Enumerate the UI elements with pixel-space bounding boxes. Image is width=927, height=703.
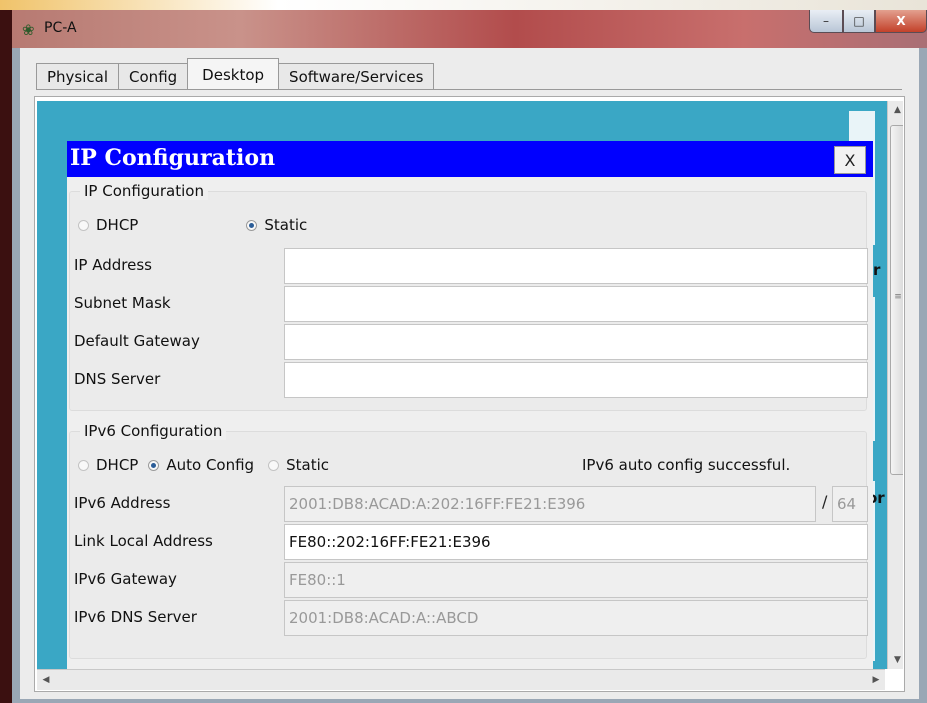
dns-server-label: DNS Server bbox=[74, 370, 161, 388]
ipv6-dns-server-label: IPv6 DNS Server bbox=[74, 608, 197, 626]
ipv6-group-legend: IPv6 Configuration bbox=[80, 422, 227, 440]
tab-bar: Physical Config Desktop Software/Service… bbox=[36, 58, 435, 90]
window-titlebar[interactable]: ❀ PC-A – □ X bbox=[12, 10, 927, 48]
ipv6-prefix-length-input[interactable]: 64 bbox=[832, 486, 868, 522]
ipv6-gateway-input[interactable]: FE80::1 bbox=[284, 562, 868, 598]
radio-checked-icon bbox=[246, 219, 258, 231]
dialog-title: IP Configuration bbox=[70, 145, 276, 171]
radio-unchecked-icon bbox=[78, 459, 89, 471]
horizontal-scrollbar[interactable]: ◀ ▶ bbox=[37, 669, 885, 690]
ipv4-static-label: Static bbox=[264, 216, 308, 234]
scroll-up-arrow-icon[interactable]: ▲ bbox=[888, 101, 903, 119]
ipv6-dns-server-input[interactable]: 2001:DB8:ACAD:A::ABCD bbox=[284, 600, 868, 636]
radio-checked-icon bbox=[148, 459, 160, 471]
desktop-app-label: r bbox=[873, 261, 881, 279]
scroll-right-arrow-icon[interactable]: ▶ bbox=[867, 670, 885, 690]
window-controls: – □ X bbox=[809, 10, 927, 33]
ip-address-label: IP Address bbox=[74, 256, 152, 274]
radio-unchecked-icon bbox=[78, 219, 89, 231]
default-gateway-input[interactable] bbox=[284, 324, 868, 360]
ipv4-config-group: IP Configuration DHCP Static IP Address … bbox=[69, 182, 868, 411]
pc-a-window: ❀ PC-A – □ X Physical Config Desktop Sof… bbox=[12, 10, 927, 703]
ipv6-auto-config-radio[interactable]: Auto Config bbox=[148, 456, 254, 474]
background-top-strip bbox=[0, 0, 927, 10]
ipv4-static-radio[interactable]: Static bbox=[246, 216, 307, 234]
ipv6-address-input[interactable]: 2001:DB8:ACAD:A:202:16FF:FE21:E396 bbox=[284, 486, 816, 522]
link-local-address-input[interactable]: FE80::202:16FF:FE21:E396 bbox=[284, 524, 868, 560]
tab-config[interactable]: Config bbox=[118, 63, 189, 90]
minimize-button[interactable]: – bbox=[809, 10, 843, 33]
ipv6-mode-row: DHCP Auto Config Static bbox=[78, 456, 329, 474]
ipv6-status-text: IPv6 auto config successful. bbox=[582, 456, 791, 474]
ipv6-config-group: IPv6 Configuration DHCP Auto Config Stat… bbox=[69, 422, 868, 659]
link-local-address-label: Link Local Address bbox=[74, 532, 213, 550]
ipv6-auto-config-label: Auto Config bbox=[166, 456, 255, 474]
ipv4-dhcp-label: DHCP bbox=[96, 216, 139, 234]
dns-server-input[interactable] bbox=[284, 362, 868, 398]
ipv6-static-label: Static bbox=[286, 456, 329, 474]
tab-desktop[interactable]: Desktop bbox=[187, 58, 280, 90]
vertical-scrollbar[interactable]: ▲ ≡ ▼ bbox=[887, 101, 903, 669]
scroll-down-arrow-icon[interactable]: ▼ bbox=[888, 651, 903, 669]
grip-icon: ≡ bbox=[894, 292, 902, 302]
dialog-titlebar: IP Configuration X bbox=[67, 141, 873, 177]
subnet-mask-input[interactable] bbox=[284, 286, 868, 322]
scroll-left-arrow-icon[interactable]: ◀ bbox=[37, 670, 55, 690]
ipv6-dhcp-label: DHCP bbox=[96, 456, 139, 474]
tab-software-services[interactable]: Software/Services bbox=[278, 63, 435, 90]
close-window-button[interactable]: X bbox=[875, 10, 927, 33]
window-title: PC-A bbox=[44, 20, 77, 36]
ip-address-input[interactable] bbox=[284, 248, 868, 284]
ipv4-mode-row: DHCP Static bbox=[78, 216, 307, 234]
dialog-close-button[interactable]: X bbox=[834, 146, 866, 174]
ipv6-static-radio[interactable]: Static bbox=[268, 456, 329, 474]
ipv6-address-label: IPv6 Address bbox=[74, 494, 171, 512]
default-gateway-label: Default Gateway bbox=[74, 332, 200, 350]
subnet-mask-label: Subnet Mask bbox=[74, 294, 171, 312]
maximize-button[interactable]: □ bbox=[843, 10, 875, 33]
vertical-scroll-thumb[interactable]: ≡ bbox=[890, 125, 903, 475]
tab-divider bbox=[36, 89, 902, 90]
ip-configuration-dialog: IP Configuration X IP Configuration DHCP bbox=[67, 141, 873, 669]
ipv4-group-legend: IP Configuration bbox=[80, 182, 208, 200]
background-left-strip bbox=[0, 10, 12, 703]
ipv4-dhcp-radio[interactable]: DHCP bbox=[78, 216, 138, 234]
prefix-separator: / bbox=[822, 492, 828, 511]
desktop-frame: r or IP Configuration X IP Configuration bbox=[34, 96, 905, 692]
ipv6-gateway-label: IPv6 Gateway bbox=[74, 570, 177, 588]
tab-physical[interactable]: Physical bbox=[36, 63, 120, 90]
desktop-area: r or IP Configuration X IP Configuration bbox=[37, 101, 903, 669]
radio-unchecked-icon bbox=[268, 459, 280, 471]
window-body: Physical Config Desktop Software/Service… bbox=[20, 48, 919, 699]
pc-icon: ❀ bbox=[22, 21, 35, 39]
ipv6-dhcp-radio[interactable]: DHCP bbox=[78, 456, 138, 474]
